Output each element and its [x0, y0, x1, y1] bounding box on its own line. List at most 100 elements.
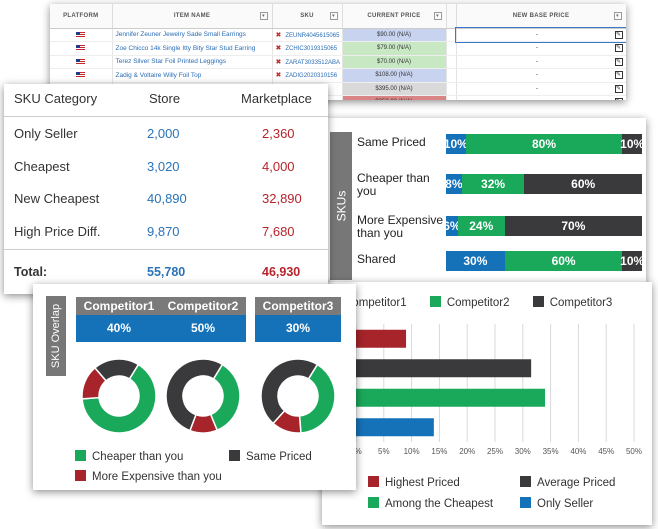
stacked-bar-segment: 10% — [444, 134, 468, 154]
sku-category-row: Only Seller 2,000 2,360 — [4, 122, 328, 154]
edit-pencil-icon[interactable]: ✎ — [614, 84, 623, 93]
platform-cell — [50, 28, 113, 42]
sku-cell: ✖ ZARAT3033512ABA — [272, 55, 343, 69]
x-tick-label: 45% — [598, 447, 614, 456]
new-base-price-cell[interactable]: ✎- — [456, 68, 626, 83]
stacked-bar: 6% 24% 70% — [443, 216, 642, 236]
legend-swatch — [75, 450, 86, 461]
legend-average-priced: Average Priced — [520, 476, 615, 489]
new-base-price-cell[interactable]: ✎- — [456, 95, 626, 100]
x-tick-label: 15% — [431, 447, 447, 456]
us-flag-icon — [76, 72, 86, 79]
new-base-price-value: - — [535, 71, 539, 79]
x-tick-label: 5% — [378, 447, 390, 456]
header-sku[interactable]: SKU ▾ — [272, 4, 343, 29]
bar-average-priced — [356, 359, 532, 378]
edit-pencil-icon[interactable]: ✎ — [614, 98, 623, 100]
sku-row-label: Same Priced — [357, 135, 426, 149]
remove-icon[interactable]: ✖ — [276, 32, 282, 39]
category-marketplace-value: 4,000 — [262, 158, 295, 174]
legend-same-priced: Same Priced — [229, 450, 312, 463]
sku-row-label: Shared — [357, 252, 396, 266]
remove-icon[interactable]: ✖ — [276, 72, 282, 79]
category-label: New Cheapest — [14, 191, 100, 206]
current-price-cell: $79.00 (N/A) — [342, 41, 447, 56]
remove-icon[interactable]: ✖ — [276, 59, 282, 66]
new-base-price-cell[interactable]: ✎- — [456, 82, 626, 96]
sku-link[interactable]: ZEUNR4045615065 — [285, 33, 339, 39]
filter-dropdown-icon[interactable]: ▾ — [259, 12, 268, 20]
total-marketplace: 46,930 — [262, 265, 301, 279]
competitor-name: Competitor3 — [255, 297, 341, 315]
table-row[interactable]: Zoe Chicco 14k Single Itty Bity Star Stu… — [50, 41, 626, 56]
item-name-link[interactable]: Zadig & Voltaire Willy Foil Top — [112, 68, 273, 83]
legend-among-cheapest: Among the Cheapest — [368, 497, 493, 510]
filter-dropdown-icon[interactable]: ▾ — [329, 12, 338, 20]
item-name-link[interactable]: Zoe Chicco 14k Single Itty Bity Star Stu… — [112, 41, 273, 56]
competitor-overlap-percent: 30% — [255, 315, 341, 342]
sku-row-label: Cheaper than you — [357, 171, 430, 198]
item-name-link[interactable]: Terez Silver Star Foil Printed Leggings — [112, 55, 273, 69]
current-price-cell: $70.00 (N/A) — [342, 55, 447, 69]
new-base-price-value: - — [535, 30, 539, 38]
sku-category-panel: SKU Category Store Marketplace Only Sell… — [4, 84, 328, 294]
item-name-link[interactable]: Jennifer Zeuner Jewelry Sade Small Earri… — [112, 28, 273, 42]
header-spacer — [446, 4, 457, 29]
sku-cell: ✖ ZADIG2020310156 — [272, 68, 343, 83]
sku-link[interactable]: ZADIG2020310156 — [285, 73, 337, 79]
legend-swatch — [429, 296, 441, 307]
platform-cell — [50, 68, 113, 83]
x-tick-label: 25% — [487, 447, 503, 456]
header-new-base-price[interactable]: NEW BASE PRICE ▾ — [456, 4, 626, 29]
competitor-overlap-percent: 50% — [160, 315, 246, 342]
spacer-cell — [446, 28, 457, 42]
x-tick-label: 30% — [515, 447, 531, 456]
legend-swatch — [532, 296, 544, 307]
header-item-name[interactable]: ITEM NAME ▾ — [112, 4, 273, 29]
remove-icon[interactable]: ✖ — [276, 45, 282, 52]
sku-category-row: High Price Diff. 9,870 7,680 — [4, 220, 328, 252]
spacer-cell — [446, 95, 457, 100]
table-row[interactable]: Terez Silver Star Foil Printed Leggings ✖… — [50, 55, 626, 69]
sku-category-header: SKU Category Store Marketplace — [4, 84, 328, 117]
stacked-bar: 8% 32% 60% — [445, 174, 642, 194]
stacked-bar-segment: 70% — [504, 216, 642, 236]
table-row[interactable]: Jennifer Zeuner Jewelry Sade Small Earri… — [50, 27, 626, 43]
category-label: High Price Diff. — [14, 223, 101, 239]
platform-cell — [50, 55, 113, 69]
spacer-cell — [446, 82, 457, 96]
us-flag-icon — [76, 58, 86, 65]
header-platform[interactable]: PLATFORM — [50, 4, 113, 29]
stacked-bar: 30% 60% 10% — [446, 251, 644, 271]
new-base-price-cell[interactable]: ✎- — [456, 41, 626, 56]
competitor-legend: Competitor1 Competitor2 Competitor3 — [344, 296, 612, 309]
header-sku-category: SKU Category — [14, 91, 98, 106]
edit-pencil-icon[interactable]: ✎ — [614, 71, 623, 80]
category-label: Only Seller — [14, 126, 78, 141]
filter-dropdown-icon[interactable]: ▾ — [433, 12, 442, 20]
legend-cheaper-than-you: Cheaper than you — [75, 450, 183, 463]
category-label: Cheapest — [14, 158, 70, 174]
edit-pencil-icon[interactable]: ✎ — [614, 30, 623, 39]
x-tick-label: 50% — [626, 447, 642, 456]
legend-highest-priced: Highest Priced — [368, 476, 460, 489]
filter-dropdown-icon[interactable]: ▾ — [613, 12, 622, 20]
table-header-row: PLATFORM ITEM NAME ▾ SKU ▾ CURRENT PRICE ▾ … — [50, 4, 626, 29]
us-flag-icon — [76, 45, 86, 52]
current-price-cell: $395.00 (N/A) — [342, 82, 447, 96]
price-position-chart-panel: Competitor1 Competitor2 Competitor3 0% 5%… — [322, 282, 652, 525]
sku-category-row: New Cheapest 40,890 32,890 — [4, 187, 328, 219]
sku-link[interactable]: ZCHIC3019315065 — [285, 46, 337, 52]
edit-pencil-icon[interactable]: ✎ — [614, 57, 623, 66]
edit-pencil-icon[interactable]: ✎ — [614, 44, 623, 53]
header-current-price[interactable]: CURRENT PRICE ▾ — [342, 4, 447, 29]
table-row[interactable]: Zadig & Voltaire Willy Foil Top ✖ ZADIG202… — [50, 68, 626, 83]
new-base-price-cell[interactable]: ✎- — [455, 27, 626, 43]
competitor-donut-chart — [165, 358, 241, 434]
new-base-price-cell[interactable]: ✎- — [456, 55, 626, 69]
stacked-bar-segment: 6% — [443, 216, 461, 236]
sku-link[interactable]: ZARAT3033512ABA — [285, 60, 340, 66]
bar-only-seller — [356, 418, 434, 437]
category-store-value: 9,870 — [147, 223, 180, 239]
stacked-bar-segment: 80% — [465, 134, 623, 154]
